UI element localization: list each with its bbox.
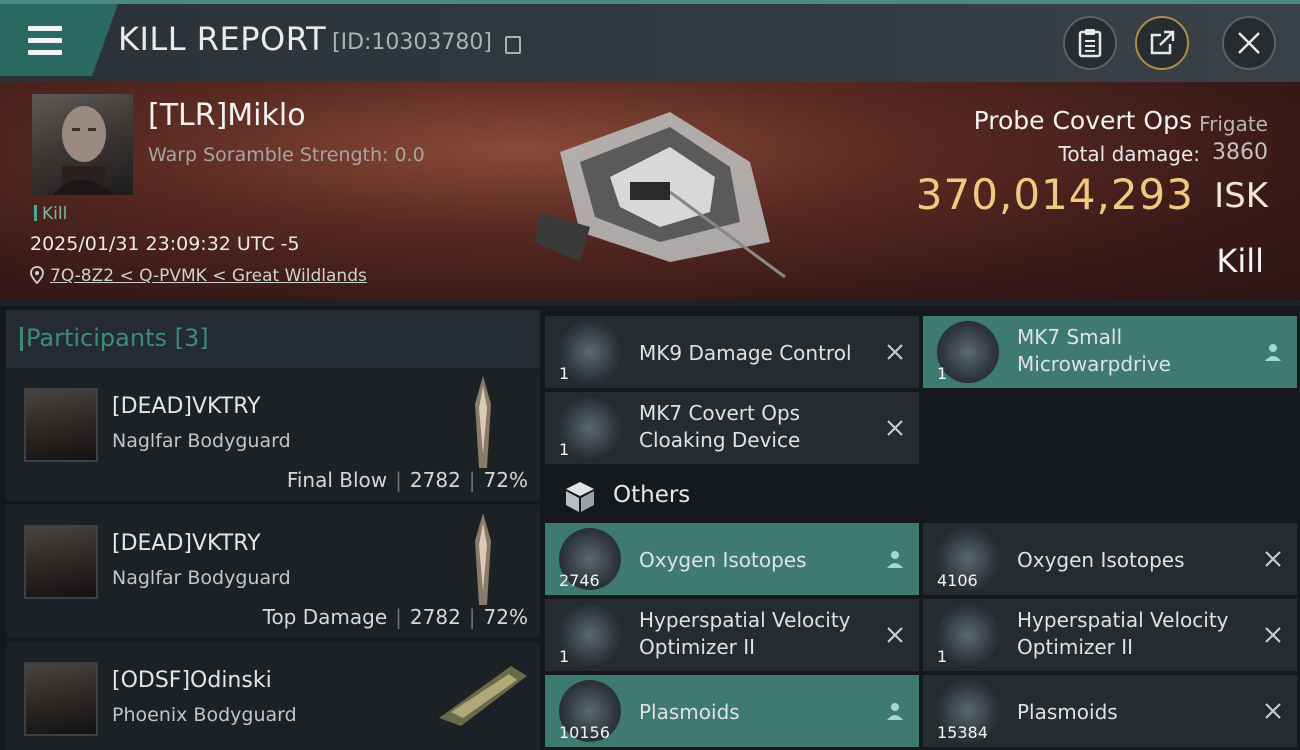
participant-avatar[interactable] [24,525,98,599]
result-label: Kill [1216,242,1264,280]
participant-role: Final Blow [286,468,388,492]
total-damage-value: 3860 [1212,140,1268,165]
participant-name[interactable]: [ODSF]Odinski [112,668,272,693]
dropped-person-icon [887,551,903,568]
clipboard-button[interactable] [1063,16,1117,70]
item-quantity: 1 [559,647,570,666]
location-pin-icon [30,266,44,285]
item-name: MK7 Covert Ops Cloaking Device [639,401,801,452]
destroyed-icon [1265,551,1281,567]
participant-row[interactable]: [DEAD]VKTRY Naglfar Bodyguard Final Blow… [6,370,540,504]
item-quantity: 1 [937,647,948,666]
item-name: MK7 Small Microwarpdrive [1017,325,1171,376]
item-name: Hyperspatial Velocity Optimizer II [1017,608,1229,659]
item-quantity: 2746 [559,571,600,590]
share-button[interactable] [1135,16,1189,70]
item-card[interactable]: 1 MK9 Damage Control [545,316,919,388]
victim-ship-image [535,112,786,279]
destroyed-icon [887,420,903,436]
participant-ship-image [475,376,491,468]
destroyed-icon [887,344,903,360]
participant-damage: 2782 [409,468,461,492]
item-card[interactable]: 15384 Plasmoids [923,675,1297,747]
item-card[interactable]: 1 MK7 Covert Ops Cloaking Device [545,392,919,464]
item-quantity: 4106 [937,571,978,590]
item-card[interactable]: 2746 Oxygen Isotopes [545,523,919,595]
participant-percent: 72% [483,605,528,629]
item-name: MK9 Damage Control [639,341,852,365]
item-card[interactable]: 1 MK7 Small Microwarpdrive [923,316,1297,388]
destroyed-icon [1265,627,1281,643]
item-card[interactable]: 1 Hyperspatial Velocity Optimizer II [545,599,919,671]
item-quantity: 1 [559,440,570,459]
total-damage-label: Total damage: [1058,142,1201,166]
warp-scramble-strength: Warp Soramble Strength: 0.0 [148,144,425,166]
participant-row[interactable]: [DEAD]VKTRY Naglfar Bodyguard Top Damage… [6,507,540,641]
participant-ship: Naglfar Bodyguard [112,567,291,589]
victim-avatar[interactable] [32,94,133,195]
location-link[interactable]: 7Q-8Z2 < Q-PVMK < Great Wildlands [50,266,367,286]
participant-ship: Phoenix Bodyguard [112,704,297,726]
item-card[interactable]: 1 Hyperspatial Velocity Optimizer II [923,599,1297,671]
cube-icon [566,482,594,512]
close-button[interactable] [1222,16,1276,70]
victim-ship-name[interactable]: Probe Covert Ops [974,106,1192,135]
destroyed-icon [887,627,903,643]
victim-banner: [TLR]Miklo Warp Soramble Strength: 0.0 K… [0,82,1300,306]
kill-datetime: 2025/01/31 23:09:32 UTC -5 [30,233,300,255]
participant-stats: Final Blow | 2782 | 72% [286,468,528,492]
page-title: KILL REPORT [118,20,327,58]
participant-damage: 2782 [409,605,461,629]
item-name: Oxygen Isotopes [1017,548,1185,572]
copy-icon[interactable] [505,36,521,54]
dropped-person-icon [887,703,903,720]
kill-location[interactable]: 7Q-8Z2 < Q-PVMK < Great Wildlands [30,266,367,286]
victim-ship-class: Frigate [1199,112,1268,136]
menu-tab[interactable] [0,4,118,76]
participant-name[interactable]: [DEAD]VKTRY [112,531,261,556]
portrait-icon [52,106,114,195]
item-name: Plasmoids [639,700,740,724]
clipboard-icon [1078,29,1102,58]
header-bar: KILL REPORT [ID:10303780] [0,0,1300,82]
item-quantity: 1 [559,364,570,383]
participants-panel: Participants [3] [DEAD]VKTRY Naglfar Bod… [6,310,540,750]
participant-row[interactable]: [ODSF]Odinski Phoenix Bodyguard [6,644,540,750]
isk-value: 370,014,293 [915,170,1194,219]
participant-role: Top Damage [262,605,388,629]
participant-ship: Naglfar Bodyguard [112,430,291,452]
dropped-person-icon [1265,344,1281,361]
item-card[interactable]: 10156 Plasmoids [545,675,919,747]
item-name: Oxygen Isotopes [639,548,807,572]
others-title: Others [613,482,691,508]
victim-name[interactable]: [TLR]Miklo [148,98,306,133]
participant-ship-image [475,513,491,605]
item-quantity: 1 [937,364,948,383]
item-quantity: 15384 [937,723,988,742]
participant-ship-image [439,666,527,726]
hamburger-menu-icon[interactable] [28,26,62,56]
share-icon [1150,30,1175,55]
participant-percent: 72% [483,468,528,492]
isk-unit: ISK [1214,176,1268,216]
item-name: Plasmoids [1017,700,1118,724]
participants-title: Participants [3] [20,324,209,352]
participant-name[interactable]: [DEAD]VKTRY [112,394,261,419]
item-quantity: 10156 [559,723,610,742]
item-card[interactable]: 4106 Oxygen Isotopes [923,523,1297,595]
participants-header: Participants [3] [6,310,540,368]
item-name: Hyperspatial Velocity Optimizer II [639,608,851,659]
items-panel: 1 MK9 Damage Control 1 MK7 Small Microwar… [545,314,1300,750]
kill-tag: Kill [34,204,67,224]
participant-avatar[interactable] [24,662,98,736]
close-icon [1238,32,1260,54]
report-id: [ID:10303780] [332,30,492,55]
destroyed-icon [1265,703,1281,719]
participant-avatar[interactable] [24,388,98,462]
participant-stats: Top Damage | 2782 | 72% [262,605,528,629]
